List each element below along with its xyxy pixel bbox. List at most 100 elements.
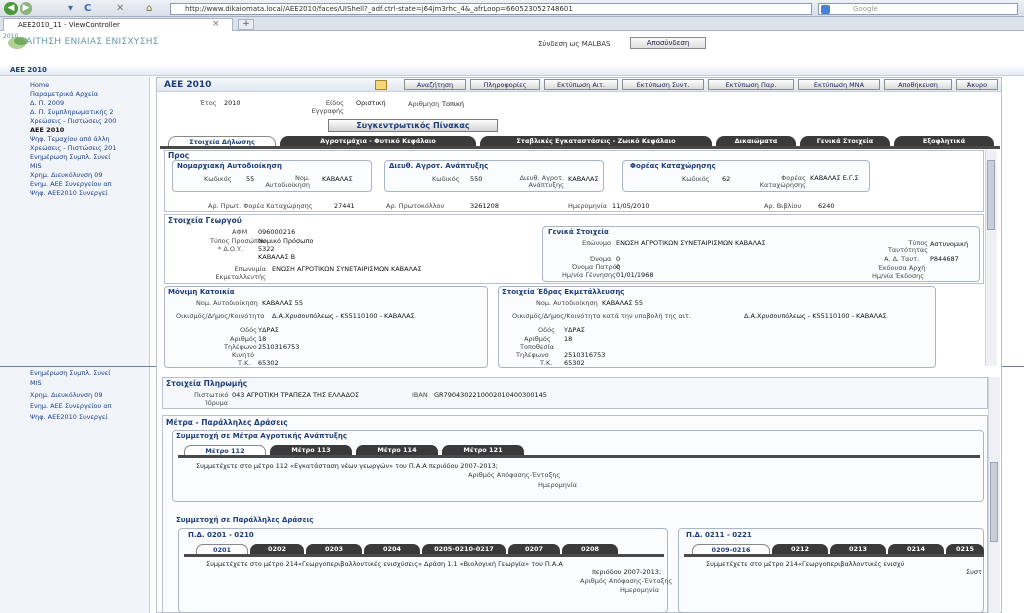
- search-button[interactable]: Αναζήτηση: [404, 79, 466, 90]
- tab-measure-121[interactable]: Μέτρο 121: [442, 445, 524, 455]
- sidebar-item-update-supplementary[interactable]: Ενημέρωση Συμπλ. Συνεί: [30, 369, 140, 377]
- firstname-label: Όνομα: [590, 255, 612, 263]
- tab-pd-0202[interactable]: 0202: [250, 544, 304, 554]
- search-input[interactable]: Google: [818, 3, 1018, 15]
- pd1-date-label: Ημερομηνία: [620, 586, 660, 594]
- doy-label: * Δ.Ο.Υ.: [218, 245, 244, 253]
- year-label: Έτος: [200, 99, 217, 107]
- surname-value: ΕΝΩΣΗ ΑΓΡΟΤΙΚΩΝ ΣΥΝΕΤΑΙΡΙΣΜΩΝ ΚΑΒΑΛΑΣ: [616, 239, 766, 247]
- print-par-button[interactable]: Εκτύπωση Παρ.: [708, 79, 794, 90]
- sidebar-item-parametric[interactable]: Παραμετρικά Αρχεία: [30, 90, 140, 98]
- sidebar-item-financial-facility[interactable]: Χρημ. Διευκόλυνση 09: [30, 391, 140, 399]
- scrollbar-thumb-upper[interactable]: [987, 160, 995, 230]
- history-dropdown-icon[interactable]: ▾: [68, 3, 73, 14]
- sidebar-item-debits-credits-201[interactable]: Χρεώσεις - Πιστώσεις 201: [30, 144, 140, 152]
- print-mna-button[interactable]: Εκτύπωση ΜΝΑ: [798, 79, 880, 90]
- id-type-label: Τύπος Ταυτότητας: [888, 239, 928, 254]
- tab-pd-0207[interactable]: 0207: [508, 544, 560, 554]
- logo-year: 2010: [3, 33, 19, 40]
- tab-pd-0204[interactable]: 0204: [364, 544, 420, 554]
- res-phone-value: 2510316753: [258, 343, 300, 351]
- id-value: Ρ844687: [930, 255, 959, 263]
- sidebar-item-mis[interactable]: MIS: [30, 162, 140, 170]
- home-icon[interactable]: ⌂: [146, 3, 152, 14]
- agency-title: Φορέας Καταχώρησης: [630, 162, 716, 170]
- firstname-value: 0: [616, 255, 621, 263]
- id-type-value: Αστυνομική: [930, 240, 969, 248]
- print-summary-button[interactable]: Εκτύπωση Συντ.: [622, 79, 704, 90]
- tab-pd-0214[interactable]: 0214: [888, 544, 944, 554]
- tab-measure-114[interactable]: Μέτρο 114: [356, 445, 438, 455]
- res-phone-label: Τηλέφωνο: [224, 343, 257, 351]
- close-tab-icon[interactable]: ×: [212, 19, 220, 29]
- pd1-title: Π.Δ. 0201 - 0210: [188, 531, 254, 539]
- sidebar-item-home[interactable]: Home: [30, 81, 140, 89]
- print-application-button[interactable]: Εκτύπωση Αιτ.: [544, 79, 618, 90]
- tab-pd-0208[interactable]: 0208: [562, 544, 618, 554]
- doy-code: 5322: [258, 245, 275, 253]
- sidebar-item-mis[interactable]: MIS: [30, 379, 140, 387]
- cancel-button[interactable]: Άκυρο: [956, 79, 998, 90]
- breadcrumb[interactable]: ΑΕΕ 2010: [0, 64, 1024, 76]
- general-info-title: Γενικά Στοιχεία: [548, 228, 609, 236]
- year-value: 2010: [224, 99, 241, 107]
- tab-pd-0213[interactable]: 0213: [830, 544, 886, 554]
- pd2-tab-strip: [684, 554, 984, 557]
- tab-pd-0215[interactable]: 0215: [946, 544, 984, 554]
- person-type-value: Νομικό Πρόσωπο: [258, 237, 314, 245]
- seat-nom-label: Νομ. Αυτοδιοίκηση: [536, 299, 598, 307]
- sidebar-item-update-supplementary[interactable]: Ενημέρωση Συμπλ. Συνεί: [30, 153, 140, 161]
- sidebar-item-vote-aee2010[interactable]: Ψηφ. ΑΕΕ2010 Συνεργεί: [30, 413, 140, 421]
- issue-date-label: Ημ/νία Έκδοσης: [872, 272, 925, 280]
- stop-icon[interactable]: ✕: [116, 3, 124, 14]
- seat-area-value: Δ.Α.Χρυσουπόλεως - Κ55110100 - ΚΑΒΑΛΑΣ: [744, 312, 887, 320]
- seat-phone-value: 2510316753: [564, 351, 606, 359]
- browser-tab[interactable]: AEE2010_11 - ViewController: [3, 18, 233, 31]
- save-button[interactable]: Αποθήκευση: [884, 79, 952, 90]
- tab-pd-0201[interactable]: 0201: [196, 544, 248, 554]
- tab-pd-0205[interactable]: 0205-0210-0217: [422, 544, 506, 554]
- summary-table-button[interactable]: Συγκεντρωτικός Πίνακας: [328, 119, 498, 132]
- user-label: Σύνδεση ως MALBAS: [538, 40, 611, 48]
- forward-button[interactable]: ▶: [20, 2, 32, 15]
- measure-tab-strip: [178, 455, 980, 458]
- res-area-value: Δ.Α.Χρυσουπόλεως - Κ55110100 - ΚΑΒΑΛΑΣ: [272, 312, 415, 320]
- tab-pd-0203[interactable]: 0203: [306, 544, 362, 554]
- tab-pd-0212[interactable]: 0212: [772, 544, 828, 554]
- pd2-question-cont: Συστ: [966, 568, 982, 576]
- logout-button[interactable]: Αποσύνδεση: [630, 37, 706, 49]
- reload-icon[interactable]: C: [84, 3, 91, 14]
- sidebar-item-vote-aee2010[interactable]: Ψηφ. ΑΕΕ2010 Συνεργεί: [30, 189, 140, 197]
- bank-value: 043 ΑΓΡΟΤΙΚΗ ΤΡΑΠΕΖΑ ΤΗΣ ΕΛΛΑΔΟΣ: [232, 391, 360, 399]
- nomarchy-name: ΚΑΒΑΛΑΣ: [322, 175, 353, 183]
- url-input[interactable]: http://www.dikaiomata.local/AEE2010/face…: [170, 3, 812, 15]
- new-tab-button[interactable]: +: [238, 19, 254, 30]
- edit-icon[interactable]: [375, 80, 387, 90]
- protocol-value: 3261208: [470, 202, 499, 210]
- agency-code: 62: [722, 175, 731, 183]
- sidebar-item-dp2009[interactable]: Δ. Π. 2009: [30, 99, 140, 107]
- tab-measure-112[interactable]: Μέτρο 112: [184, 445, 266, 455]
- res-street-value: ΥΔΡΑΣ: [258, 326, 279, 334]
- info-button[interactable]: Πληροφορίες: [470, 79, 540, 90]
- sidebar-item-update-aee-crew[interactable]: Ενημ. ΑΕΕ Συνεργείου απ: [30, 180, 140, 188]
- id-label: Α. Δ. Ταυτ.: [884, 255, 920, 263]
- sidebar-item-financial-facility[interactable]: Χρημ. Διευκόλυνση 09: [30, 171, 140, 179]
- res-nom-value: ΚΑΒΑΛΑΣ 55: [262, 299, 303, 307]
- tab-pd-0209[interactable]: 0209-0216: [692, 544, 770, 554]
- seat-street-value: ΥΔΡΑΣ: [564, 326, 585, 334]
- sidebar-item-aee2010[interactable]: ΑΕΕ 2010: [30, 126, 140, 134]
- sidebar-item-vote-parcel[interactable]: Ψηφ. Τεμαχίου από άλλη: [30, 135, 140, 143]
- res-nom-label: Νομ. Αυτοδιοίκηση: [196, 299, 258, 307]
- seat-title: Στοιχεία Έδρας Εκμετάλλευσης: [502, 288, 625, 296]
- back-button[interactable]: ◀: [4, 2, 18, 15]
- res-zip-value: 65302: [258, 359, 279, 367]
- sidebar-item-debits-credits-200[interactable]: Χρεώσεις - Πιστώσεις 200: [30, 117, 140, 125]
- scrollbar-thumb-lower[interactable]: [990, 462, 998, 542]
- sidebar-item-dp-supplementary[interactable]: Δ. Π. Συμπληρωματικής 2: [30, 108, 140, 116]
- tab-measure-113[interactable]: Μέτρο 113: [270, 445, 352, 455]
- sidebar-item-update-aee-crew[interactable]: Ενημ. ΑΕΕ Συνεργείου απ: [30, 402, 140, 410]
- seat-phone-label: Τηλέφωνο: [516, 351, 549, 359]
- protocol-label: Αρ. Πρωτοκόλλου: [386, 202, 445, 210]
- pd1-question-cont: περιόδου 2007-2013;: [592, 568, 662, 576]
